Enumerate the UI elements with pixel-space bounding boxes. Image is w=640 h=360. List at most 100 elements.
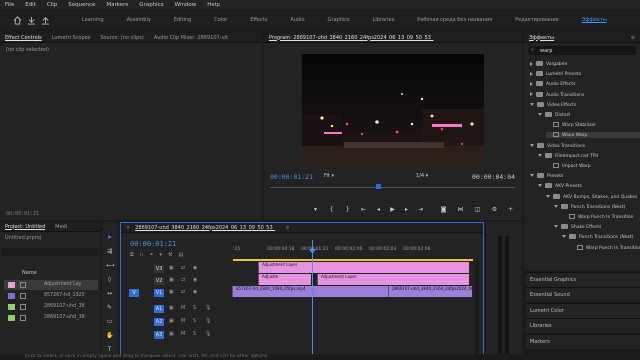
menu-item-graphics[interactable]: Graphics <box>139 2 163 8</box>
program-video-frame[interactable] <box>302 54 484 166</box>
go-to-out-icon[interactable]: ⇥ <box>417 206 424 213</box>
mute-icon[interactable]: M <box>181 331 185 337</box>
source-panel-tab[interactable]: Audio Clip Mixer: 2869107-ult <box>154 35 228 41</box>
effects-folder[interactable]: Distort <box>538 112 570 118</box>
eye-icon[interactable]: ◉ <box>193 289 197 295</box>
track-select-tool-icon[interactable]: ⇶ <box>106 248 113 255</box>
rectangle-tool-icon[interactable]: ▭ <box>106 318 113 325</box>
effects-folder[interactable]: Lumetri Presets <box>530 71 581 77</box>
menu-item-sequence[interactable]: Sequence <box>68 2 95 8</box>
solo-icon[interactable]: S <box>193 318 196 324</box>
workspace-tab[interactable]: Color <box>214 17 227 23</box>
work-area-bar[interactable] <box>233 259 473 261</box>
lock-icon[interactable]: ▣ <box>169 331 174 337</box>
eye-icon[interactable]: ◉ <box>193 277 197 283</box>
workspace-tab[interactable]: Libraries <box>373 17 395 23</box>
hand-tool-icon[interactable]: ✋ <box>106 332 113 339</box>
camera-icon[interactable]: ◙ <box>440 206 447 213</box>
expand-closed-icon[interactable] <box>530 61 533 66</box>
track-target-v1[interactable]: V <box>129 289 139 297</box>
effects-folder[interactable]: AKV Presets <box>538 183 582 189</box>
timeline-vscroll[interactable] <box>475 263 479 357</box>
effects-folder[interactable]: Video Effects <box>530 101 576 108</box>
source-panel-tab[interactable]: Lumetri Scopes <box>52 35 91 41</box>
menu-item-window[interactable]: Window <box>175 2 197 8</box>
lock-icon[interactable]: ▣ <box>169 277 174 283</box>
menu-item-markers[interactable]: Markers <box>106 2 128 8</box>
workspace-tab[interactable]: Editing <box>174 17 191 23</box>
effects-folder[interactable]: Punch Transitions (Nest) <box>562 234 633 240</box>
panel-lumetri-color[interactable]: Lumetri Color <box>526 302 640 318</box>
slip-tool-icon[interactable]: ↔ <box>106 290 113 297</box>
voiceover-icon[interactable]: 🎙 <box>205 318 211 324</box>
step-forward-icon[interactable]: ▸ <box>403 206 410 213</box>
effects-folder[interactable]: Audio Transitions <box>530 91 584 98</box>
step-back-icon[interactable]: ◂ <box>375 206 382 213</box>
project-item[interactable]: 857267-hd_1920 <box>4 291 98 301</box>
settings-icon[interactable]: ⚙ <box>491 206 498 213</box>
timeline-timecode[interactable]: 00:00:01:21 <box>130 240 176 248</box>
lock-icon[interactable]: ▣ <box>169 289 174 295</box>
effects-folder[interactable]: Audio Effects <box>530 81 576 87</box>
project-item[interactable]: 2869107-uhd_38 <box>4 302 98 312</box>
program-timecode[interactable]: 00:00:01:21 <box>270 173 313 181</box>
program-playhead[interactable] <box>376 184 381 189</box>
workspace-tab[interactable]: Эффекты <box>582 17 607 23</box>
voiceover-icon[interactable]: 🎙 <box>205 305 211 311</box>
add-marker-icon[interactable]: ▾ <box>159 252 162 260</box>
workspace-tab[interactable]: Graphics <box>328 17 350 23</box>
ripple-edit-tool-icon[interactable]: ⟷ <box>106 262 115 269</box>
effects-folder[interactable]: Punch Transitions (Nest) <box>554 203 625 210</box>
effects-item[interactable]: Warp Stabilizer <box>546 122 596 128</box>
effects-item[interactable]: Impact Warp <box>546 163 591 169</box>
panel-essential-graphics[interactable]: Essential Graphics <box>526 272 640 287</box>
project-tab[interactable]: Project: Untitled <box>5 224 45 230</box>
expand-open-icon[interactable] <box>538 184 542 188</box>
effects-folder[interactable]: Vorgaben <box>530 61 567 67</box>
expand-open-icon[interactable] <box>538 113 542 116</box>
solo-icon[interactable]: S <box>193 305 196 311</box>
expand-open-icon[interactable] <box>530 174 534 178</box>
expand-closed-icon[interactable] <box>530 81 533 86</box>
expand-open-icon[interactable] <box>554 204 558 208</box>
marker-icon[interactable]: ▾ <box>312 206 319 213</box>
expand-closed-icon[interactable] <box>530 92 533 97</box>
lock-icon[interactable]: ▣ <box>169 318 174 324</box>
workspace-tab[interactable]: Редактирование <box>515 17 559 23</box>
add-button-icon[interactable]: + <box>507 206 514 213</box>
voiceover-icon[interactable]: 🎙 <box>205 331 211 337</box>
track-label-a2[interactable]: A2 <box>154 318 164 326</box>
program-scrubber[interactable] <box>270 187 515 188</box>
program-title[interactable]: Program: 2869107-uhd_3840_2160_24fps2024… <box>269 35 433 41</box>
effects-item[interactable]: Wave Warp <box>546 132 640 139</box>
name-column-header[interactable]: Name <box>22 270 37 276</box>
track-label-v3[interactable]: V3 <box>154 265 164 273</box>
workspace-tab[interactable]: Effects <box>250 17 267 23</box>
mute-icon[interactable]: M <box>181 305 185 311</box>
panel-libraries[interactable]: Libraries <box>526 318 640 334</box>
captions-icon[interactable]: ▤ <box>178 252 183 260</box>
workspace-tab[interactable]: Learning <box>82 17 104 23</box>
effects-item[interactable]: Warp Punch In Transition <box>562 214 634 220</box>
sync-lock-icon[interactable]: ⇄ <box>181 277 185 283</box>
panel-markers[interactable]: Markers <box>526 333 640 349</box>
go-to-in-icon[interactable]: ⇤ <box>360 206 367 213</box>
menu-item-file[interactable]: File <box>5 2 14 8</box>
expand-open-icon[interactable] <box>546 194 550 198</box>
clip-v2-adjustment-b[interactable]: Adjustment Layer <box>317 274 469 285</box>
effects-item[interactable]: Warp Punch In Transition <box>570 244 640 251</box>
resolution-dropdown[interactable]: 1/4 ▾ <box>416 173 428 179</box>
effects-folder[interactable]: FilmImpact.net TP4 <box>538 152 598 159</box>
razor-tool-icon[interactable]: ◊ <box>106 276 113 283</box>
track-label-a3[interactable]: A3 <box>154 331 164 339</box>
project-item[interactable]: 2869107-uhd_38 <box>4 313 98 323</box>
sync-lock-icon[interactable]: ⇄ <box>181 289 185 295</box>
solo-icon[interactable]: S <box>193 331 196 337</box>
project-item[interactable]: Adjustment Lay <box>4 280 98 290</box>
effects-folder[interactable]: Video Transitions <box>530 142 585 149</box>
selection-tool-icon[interactable]: ➤ <box>106 234 113 241</box>
expand-open-icon[interactable] <box>554 225 558 229</box>
mark-out-icon[interactable]: } <box>344 206 351 213</box>
expand-open-icon[interactable] <box>562 235 566 239</box>
menu-item-clip[interactable]: Clip <box>47 2 57 8</box>
